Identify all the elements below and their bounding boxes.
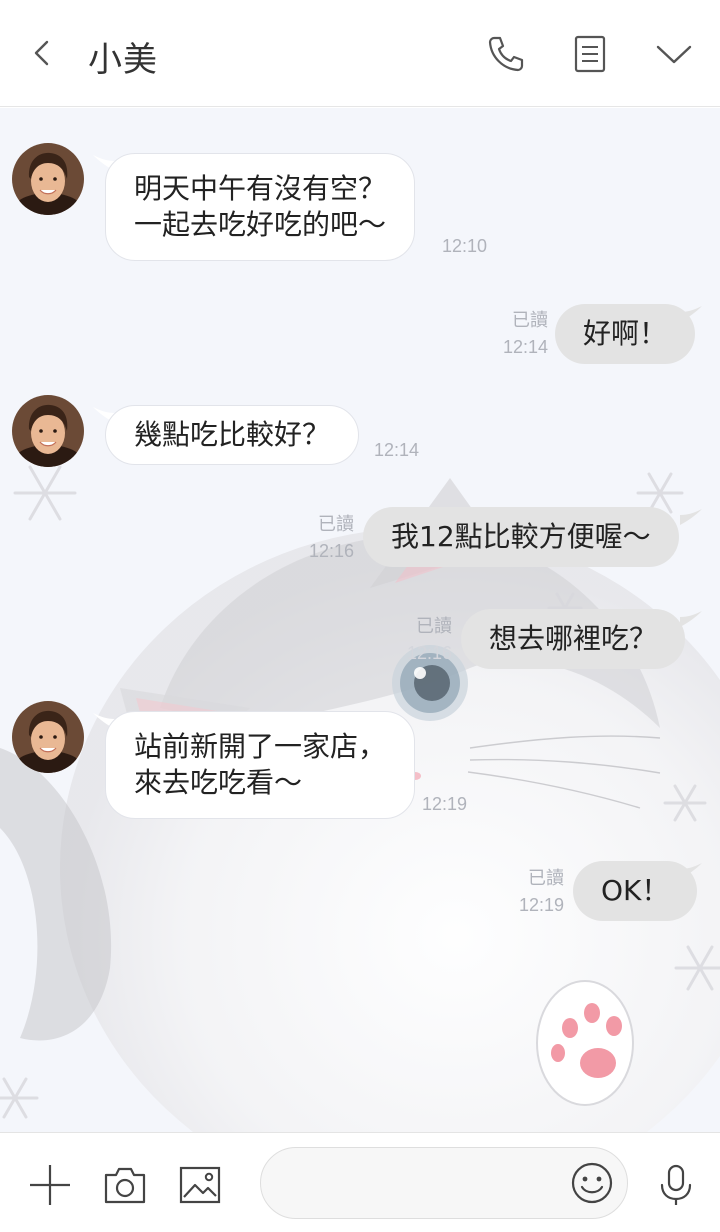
bubble-tail [680,611,702,627]
contact-avatar[interactable] [12,143,84,215]
read-receipt: 已讀 12:14 [488,308,548,360]
menu-dropdown-button[interactable] [652,32,696,76]
bubble-tail [680,306,702,322]
message-bubble-outgoing[interactable]: 好啊！ [555,304,696,364]
add-attachment-button[interactable] [28,1163,72,1207]
phone-icon [488,36,524,72]
chevron-down-icon [656,45,692,64]
camera-icon [104,1167,146,1204]
contact-avatar-photo [12,701,84,773]
message-text: 好啊！ [583,317,668,350]
call-button[interactable] [484,32,528,76]
voice-message-button[interactable] [654,1163,698,1207]
message-time: 12:10 [442,236,488,256]
notes-button[interactable] [568,32,612,76]
gallery-button[interactable] [178,1163,222,1207]
message-line: 明天中午有沒有空？ [134,172,387,205]
message-text: 想去哪裡吃？ [489,622,658,655]
chat-title: 小美 [88,40,158,80]
message-line: 幾點吃比較好？ [134,418,331,451]
camera-button[interactable] [103,1163,147,1207]
read-receipt: 已讀 12:16 [392,614,452,666]
read-receipt: 已讀 12:16 [294,512,354,564]
message-bubble-outgoing[interactable]: OK！ [573,861,698,921]
message-time: 12:14 [502,337,548,357]
chat-area[interactable]: 明天中午有沒有空？ 一起去吃好吃的吧～ 12:10 已讀 12:14 好啊！ 幾… [0,108,720,1132]
contact-avatar[interactable] [12,701,84,773]
message-bubble-outgoing[interactable]: 我12點比較方便喔～ [363,507,679,567]
message-time: 12:16 [308,541,354,561]
read-label: 已讀 [416,616,452,637]
emoji-button[interactable] [570,1161,614,1205]
message-line: 一起去吃好吃的吧～ [134,208,387,241]
chat-header: 小美 [0,0,720,107]
microphone-icon [660,1164,692,1205]
message-time: 12:16 [406,643,452,663]
chevron-left-icon [34,40,49,66]
message-time: 12:19 [422,794,468,814]
message-bubble-outgoing[interactable]: 想去哪裡吃？ [461,609,686,669]
smiley-icon [571,1162,613,1204]
read-label: 已讀 [512,310,548,331]
image-icon [179,1166,221,1204]
message-line: 站前新開了一家店， [134,730,387,763]
message-input-bar [0,1132,720,1232]
notes-icon [574,35,606,73]
plus-icon [30,1165,70,1205]
contact-avatar-photo [12,143,84,215]
message-time: 12:14 [374,440,420,460]
message-time: 12:19 [518,895,564,915]
message-bubble-incoming[interactable]: 明天中午有沒有空？ 一起去吃好吃的吧～ [105,153,416,261]
read-label: 已讀 [318,514,354,535]
bubble-tail [680,509,702,525]
message-bubble-incoming[interactable]: 幾點吃比較好？ [105,405,360,465]
back-button[interactable] [22,33,62,73]
contact-avatar-photo [12,395,84,467]
bubble-tail [680,863,702,879]
message-line: 來去吃吃看～ [134,766,303,799]
read-receipt: 已讀 12:19 [504,866,564,918]
read-label: 已讀 [528,868,564,889]
message-text: 我12點比較方便喔～ [391,520,651,553]
message-bubble-incoming[interactable]: 站前新開了一家店， 來去吃吃看～ [105,711,416,819]
message-text: OK！ [601,874,670,907]
contact-avatar[interactable] [12,395,84,467]
